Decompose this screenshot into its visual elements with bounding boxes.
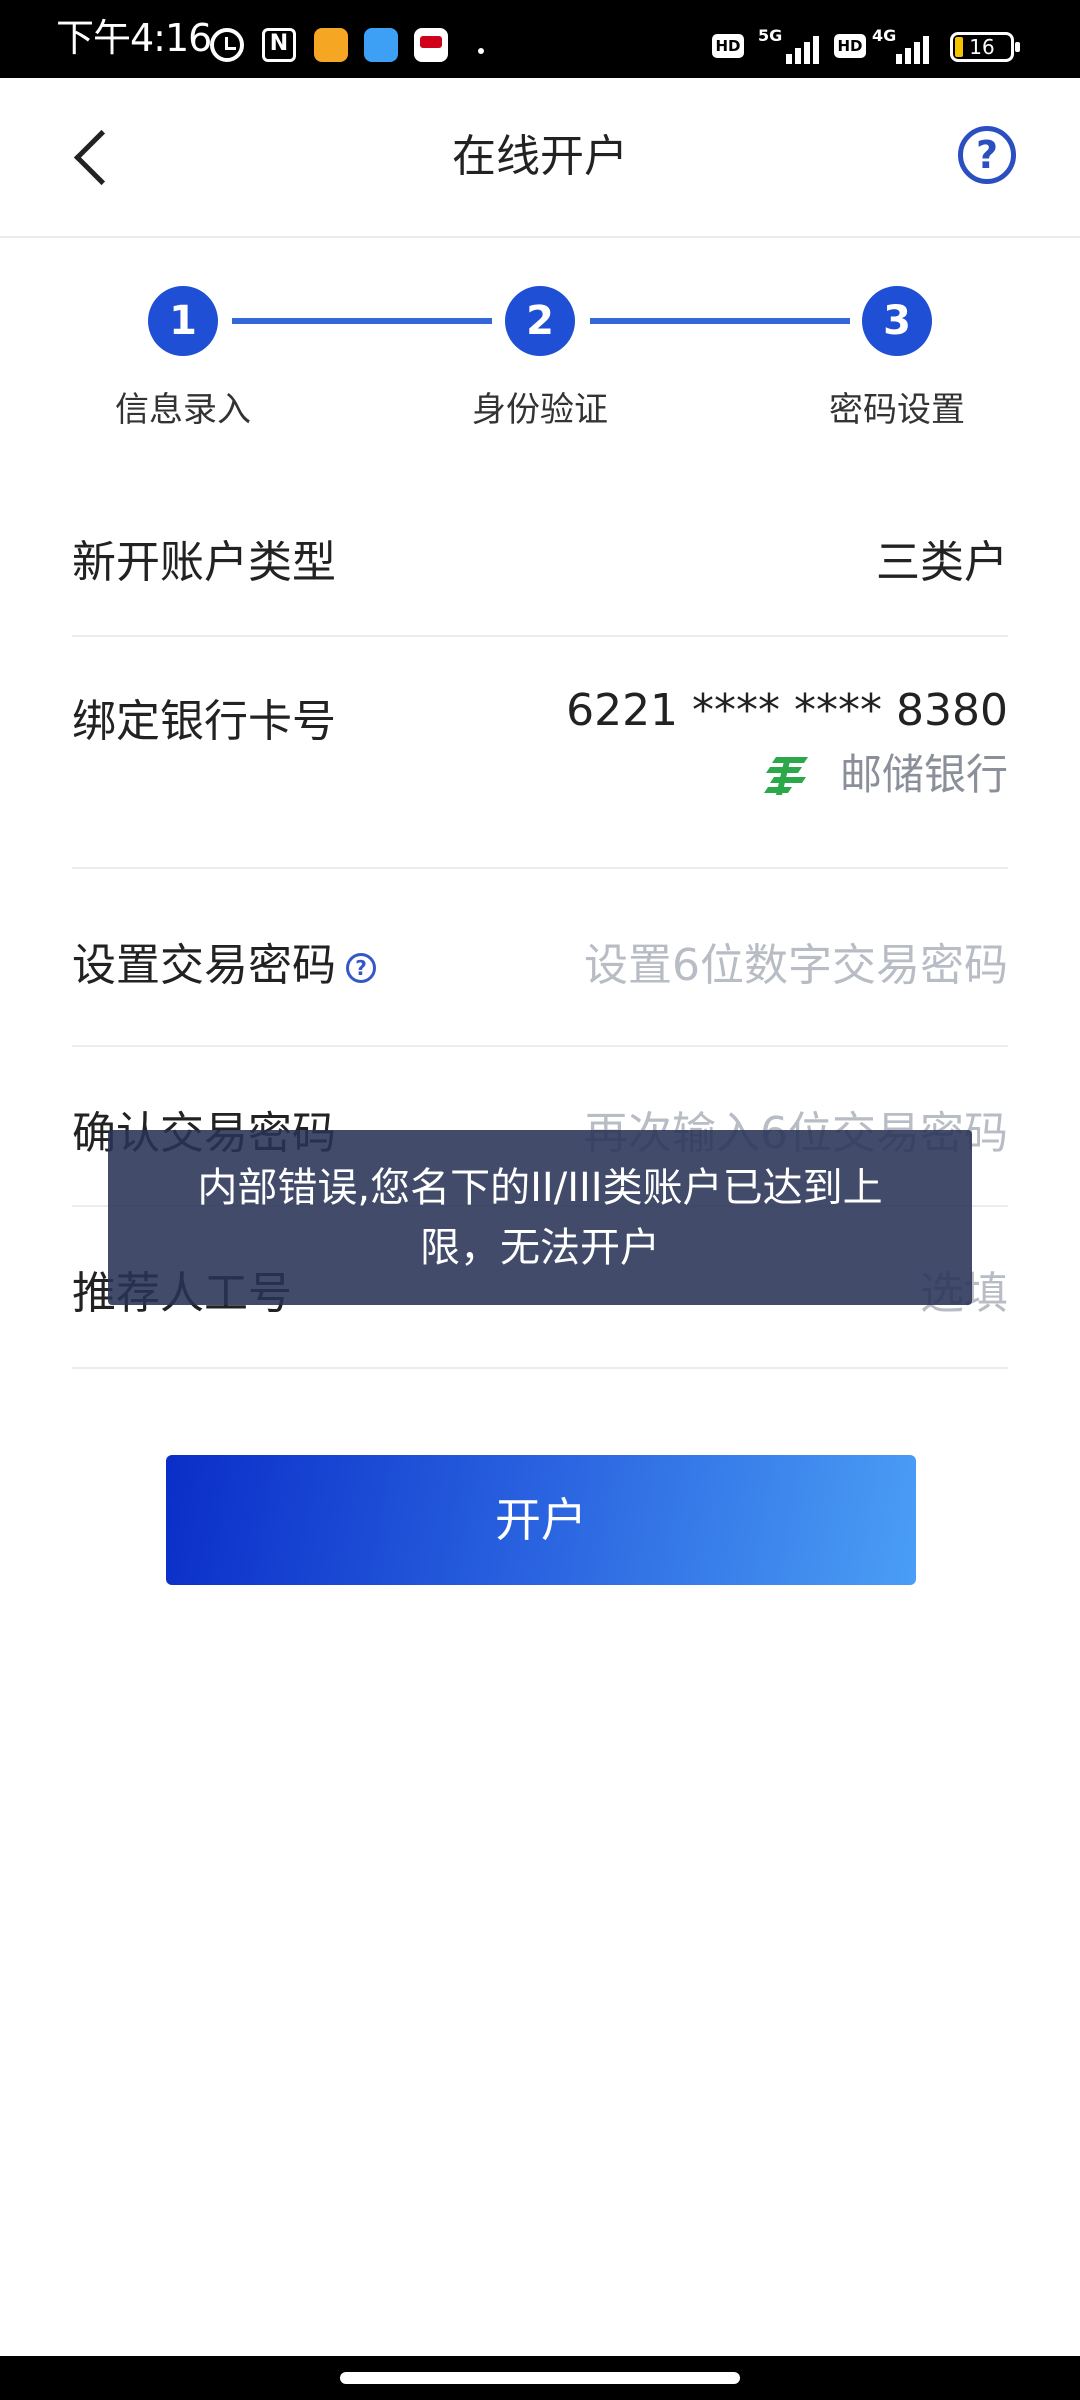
network-5g-label: 5G — [758, 26, 783, 45]
network-4g-label: 4G — [872, 26, 897, 45]
page-title: 在线开户 — [452, 131, 628, 182]
nfc-icon: N — [262, 28, 296, 62]
question-info-icon[interactable]: ? — [346, 953, 376, 983]
postal-bank-logo-icon — [764, 757, 808, 795]
signal-icon-2 — [896, 32, 936, 64]
bank-app-icon — [414, 28, 448, 62]
toast-line-1: 内部错误,您名下的II/III类账户已达到上 — [197, 1165, 883, 1211]
step-2-label: 身份验证 — [472, 390, 608, 430]
account-type-row: 新开账户类型 三类户 — [72, 480, 1008, 637]
more-notifications-dot — [478, 48, 484, 54]
app-header: 在线开户 ? — [0, 78, 1080, 238]
hd-icon: HD — [712, 34, 744, 58]
toast-line-2: 限，无法开户 — [420, 1225, 660, 1271]
alarm-icon — [210, 28, 244, 62]
back-button[interactable] — [60, 118, 130, 198]
step-1-circle: 1 — [148, 286, 218, 356]
help-button[interactable]: ? — [958, 126, 1016, 184]
weather-app-icon — [364, 28, 398, 62]
system-nav-bar — [0, 2356, 1080, 2400]
signal-icon — [786, 32, 826, 64]
battery-icon: 16 — [950, 32, 1020, 62]
step-2-circle: 2 — [505, 286, 575, 356]
bank-card-number: 6221 **** **** 8380 — [566, 685, 1008, 736]
account-type-label: 新开账户类型 — [72, 537, 336, 588]
bank-card-row: 绑定银行卡号 6221 **** **** 8380 邮储银行 — [72, 635, 1008, 869]
bank-card-label: 绑定银行卡号 — [72, 696, 336, 747]
account-type-value: 三类户 — [876, 537, 1008, 588]
bank-name: 邮储银行 — [839, 750, 1008, 799]
error-toast: 内部错误,您名下的II/III类账户已达到上 限，无法开户 — [108, 1130, 972, 1305]
status-time: 下午4:16 — [56, 16, 212, 60]
notes-app-icon — [314, 28, 348, 62]
step-3-label: 密码设置 — [829, 390, 965, 430]
step-connector-1 — [232, 318, 492, 324]
step-connector-2 — [590, 318, 850, 324]
trade-password-row[interactable]: 设置交易密码? 设置6位数字交易密码 — [72, 867, 1008, 1047]
trade-password-label: 设置交易密码 — [72, 940, 336, 991]
hd-icon-2: HD — [834, 34, 866, 58]
bank-info: 邮储银行 — [748, 745, 1008, 805]
status-bar: 下午4:16 N HD 5G HD 4G 16 — [0, 0, 1080, 78]
step-3-circle: 3 — [862, 286, 932, 356]
trade-password-input[interactable]: 设置6位数字交易密码 — [584, 929, 1008, 993]
step-1-label: 信息录入 — [115, 390, 251, 430]
open-account-button[interactable]: 开户 — [166, 1455, 916, 1585]
home-gesture-handle[interactable] — [340, 2372, 740, 2384]
trade-password-label-group: 设置交易密码? — [72, 929, 376, 993]
